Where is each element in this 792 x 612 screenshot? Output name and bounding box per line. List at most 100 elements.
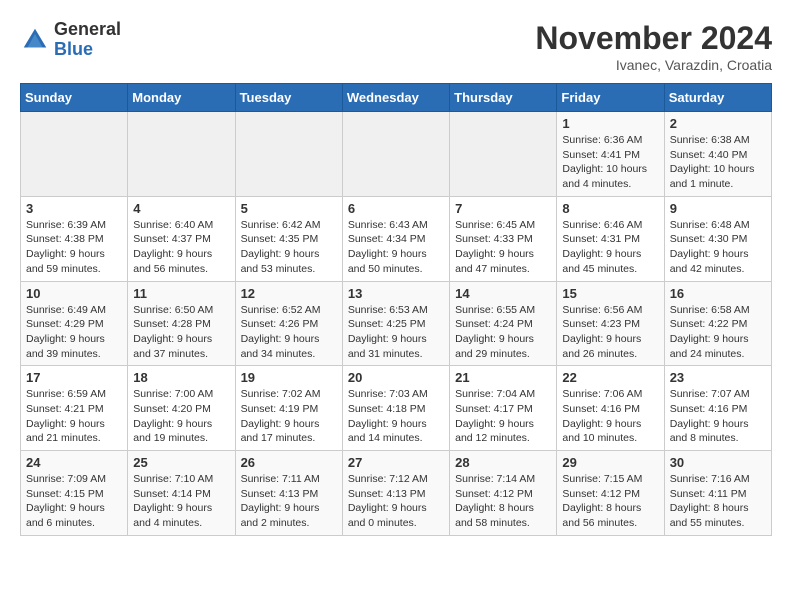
day-number: 18: [133, 370, 229, 385]
day-info: Sunrise: 6:48 AM Sunset: 4:30 PM Dayligh…: [670, 218, 766, 277]
calendar-cell: 22 Sunrise: 7:06 AM Sunset: 4:16 PM Dayli…: [557, 366, 664, 451]
day-info: Sunrise: 6:55 AM Sunset: 4:24 PM Dayligh…: [455, 303, 551, 362]
day-info: Sunrise: 7:16 AM Sunset: 4:11 PM Dayligh…: [670, 472, 766, 531]
calendar-cell: 7 Sunrise: 6:45 AM Sunset: 4:33 PM Daylig…: [450, 196, 557, 281]
calendar-cell: 26Sunrise: 7:11 AM Sunset: 4:13 PM Dayli…: [235, 451, 342, 536]
location-title: Ivanec, Varazdin, Croatia: [535, 57, 772, 73]
weekday-header-saturday: Saturday: [664, 84, 771, 112]
day-info: Sunrise: 7:15 AM Sunset: 4:12 PM Dayligh…: [562, 472, 658, 531]
day-info: Sunrise: 6:49 AM Sunset: 4:29 PM Dayligh…: [26, 303, 122, 362]
calendar-cell: 30 Sunrise: 7:16 AM Sunset: 4:11 PM Dayli…: [664, 451, 771, 536]
day-number: 5: [241, 201, 337, 216]
day-number: 14: [455, 286, 551, 301]
day-info: Sunrise: 7:00 AM Sunset: 4:20 PM Dayligh…: [133, 387, 229, 446]
day-number: 22: [562, 370, 658, 385]
day-info: Sunrise: 6:58 AM Sunset: 4:22 PM Dayligh…: [670, 303, 766, 362]
weekday-header-monday: Monday: [128, 84, 235, 112]
calendar-cell: [21, 112, 128, 197]
calendar-cell: 24 Sunrise: 7:09 AM Sunset: 4:15 PM Dayli…: [21, 451, 128, 536]
title-area: November 2024 Ivanec, Varazdin, Croatia: [535, 20, 772, 73]
day-number: 7: [455, 201, 551, 216]
calendar-cell: 15 Sunrise: 6:56 AM Sunset: 4:23 PM Dayli…: [557, 281, 664, 366]
header: General Blue November 2024 Ivanec, Varaz…: [20, 20, 772, 73]
day-info: Sunrise: 6:45 AM Sunset: 4:33 PM Dayligh…: [455, 218, 551, 277]
day-number: 30: [670, 455, 766, 470]
weekday-header-thursday: Thursday: [450, 84, 557, 112]
day-number: 24: [26, 455, 122, 470]
calendar-cell: 12 Sunrise: 6:52 AM Sunset: 4:26 PM Dayli…: [235, 281, 342, 366]
day-number: 11: [133, 286, 229, 301]
day-number: 19: [241, 370, 337, 385]
calendar-cell: 5 Sunrise: 6:42 AM Sunset: 4:35 PM Daylig…: [235, 196, 342, 281]
calendar-cell: 9 Sunrise: 6:48 AM Sunset: 4:30 PM Daylig…: [664, 196, 771, 281]
logo-text: General Blue: [54, 20, 121, 60]
day-info: Sunrise: 7:02 AM Sunset: 4:19 PM Dayligh…: [241, 387, 337, 446]
day-info: Sunrise: 7:09 AM Sunset: 4:15 PM Dayligh…: [26, 472, 122, 531]
logo-icon: [20, 25, 50, 55]
day-number: 29: [562, 455, 658, 470]
day-info: Sunrise: 7:07 AM Sunset: 4:16 PM Dayligh…: [670, 387, 766, 446]
day-info: Sunrise: 6:53 AM Sunset: 4:25 PM Dayligh…: [348, 303, 444, 362]
calendar-cell: 23 Sunrise: 7:07 AM Sunset: 4:16 PM Dayli…: [664, 366, 771, 451]
day-number: 10: [26, 286, 122, 301]
day-number: 27: [348, 455, 444, 470]
day-info: Sunrise: 6:46 AM Sunset: 4:31 PM Dayligh…: [562, 218, 658, 277]
logo: General Blue: [20, 20, 121, 60]
day-number: 25: [133, 455, 229, 470]
day-number: 4: [133, 201, 229, 216]
calendar-cell: 14 Sunrise: 6:55 AM Sunset: 4:24 PM Dayli…: [450, 281, 557, 366]
day-info: Sunrise: 6:50 AM Sunset: 4:28 PM Dayligh…: [133, 303, 229, 362]
calendar-week-row: 17 Sunrise: 6:59 AM Sunset: 4:21 PM Dayli…: [21, 366, 772, 451]
day-number: 12: [241, 286, 337, 301]
calendar-cell: 16 Sunrise: 6:58 AM Sunset: 4:22 PM Dayli…: [664, 281, 771, 366]
calendar-cell: 1 Sunrise: 6:36 AM Sunset: 4:41 PM Daylig…: [557, 112, 664, 197]
logo-general-text: General: [54, 20, 121, 40]
day-number: 15: [562, 286, 658, 301]
calendar-cell: 17 Sunrise: 6:59 AM Sunset: 4:21 PM Dayli…: [21, 366, 128, 451]
day-number: 17: [26, 370, 122, 385]
calendar-week-row: 3Sunrise: 6:39 AM Sunset: 4:38 PM Daylig…: [21, 196, 772, 281]
calendar-cell: 6Sunrise: 6:43 AM Sunset: 4:34 PM Daylig…: [342, 196, 449, 281]
day-number: 6: [348, 201, 444, 216]
calendar-cell: 25 Sunrise: 7:10 AM Sunset: 4:14 PM Dayli…: [128, 451, 235, 536]
day-number: 23: [670, 370, 766, 385]
calendar-week-row: 24 Sunrise: 7:09 AM Sunset: 4:15 PM Dayli…: [21, 451, 772, 536]
day-info: Sunrise: 7:04 AM Sunset: 4:17 PM Dayligh…: [455, 387, 551, 446]
day-info: Sunrise: 7:14 AM Sunset: 4:12 PM Dayligh…: [455, 472, 551, 531]
weekday-header-friday: Friday: [557, 84, 664, 112]
calendar-cell: 4 Sunrise: 6:40 AM Sunset: 4:37 PM Daylig…: [128, 196, 235, 281]
calendar-cell: [450, 112, 557, 197]
day-info: Sunrise: 7:06 AM Sunset: 4:16 PM Dayligh…: [562, 387, 658, 446]
day-number: 9: [670, 201, 766, 216]
day-number: 16: [670, 286, 766, 301]
day-number: 20: [348, 370, 444, 385]
day-info: Sunrise: 6:36 AM Sunset: 4:41 PM Dayligh…: [562, 133, 658, 192]
day-info: Sunrise: 6:59 AM Sunset: 4:21 PM Dayligh…: [26, 387, 122, 446]
calendar-cell: 8Sunrise: 6:46 AM Sunset: 4:31 PM Daylig…: [557, 196, 664, 281]
day-info: Sunrise: 7:12 AM Sunset: 4:13 PM Dayligh…: [348, 472, 444, 531]
day-info: Sunrise: 6:52 AM Sunset: 4:26 PM Dayligh…: [241, 303, 337, 362]
calendar-cell: 20Sunrise: 7:03 AM Sunset: 4:18 PM Dayli…: [342, 366, 449, 451]
day-number: 1: [562, 116, 658, 131]
calendar-cell: 2Sunrise: 6:38 AM Sunset: 4:40 PM Daylig…: [664, 112, 771, 197]
calendar-cell: 13 Sunrise: 6:53 AM Sunset: 4:25 PM Dayli…: [342, 281, 449, 366]
weekday-header-wednesday: Wednesday: [342, 84, 449, 112]
calendar-cell: 19 Sunrise: 7:02 AM Sunset: 4:19 PM Dayli…: [235, 366, 342, 451]
day-info: Sunrise: 6:56 AM Sunset: 4:23 PM Dayligh…: [562, 303, 658, 362]
calendar-cell: 3Sunrise: 6:39 AM Sunset: 4:38 PM Daylig…: [21, 196, 128, 281]
day-number: 28: [455, 455, 551, 470]
weekday-header-row: SundayMondayTuesdayWednesdayThursdayFrid…: [21, 84, 772, 112]
day-info: Sunrise: 6:40 AM Sunset: 4:37 PM Dayligh…: [133, 218, 229, 277]
calendar-cell: 10 Sunrise: 6:49 AM Sunset: 4:29 PM Dayli…: [21, 281, 128, 366]
day-number: 13: [348, 286, 444, 301]
calendar-cell: 29 Sunrise: 7:15 AM Sunset: 4:12 PM Dayli…: [557, 451, 664, 536]
day-number: 26: [241, 455, 337, 470]
calendar-week-row: 1 Sunrise: 6:36 AM Sunset: 4:41 PM Daylig…: [21, 112, 772, 197]
day-info: Sunrise: 7:10 AM Sunset: 4:14 PM Dayligh…: [133, 472, 229, 531]
calendar-cell: [235, 112, 342, 197]
calendar-week-row: 10 Sunrise: 6:49 AM Sunset: 4:29 PM Dayli…: [21, 281, 772, 366]
weekday-header-tuesday: Tuesday: [235, 84, 342, 112]
calendar-cell: 18 Sunrise: 7:00 AM Sunset: 4:20 PM Dayli…: [128, 366, 235, 451]
day-info: Sunrise: 6:42 AM Sunset: 4:35 PM Dayligh…: [241, 218, 337, 277]
calendar-cell: 11 Sunrise: 6:50 AM Sunset: 4:28 PM Dayli…: [128, 281, 235, 366]
